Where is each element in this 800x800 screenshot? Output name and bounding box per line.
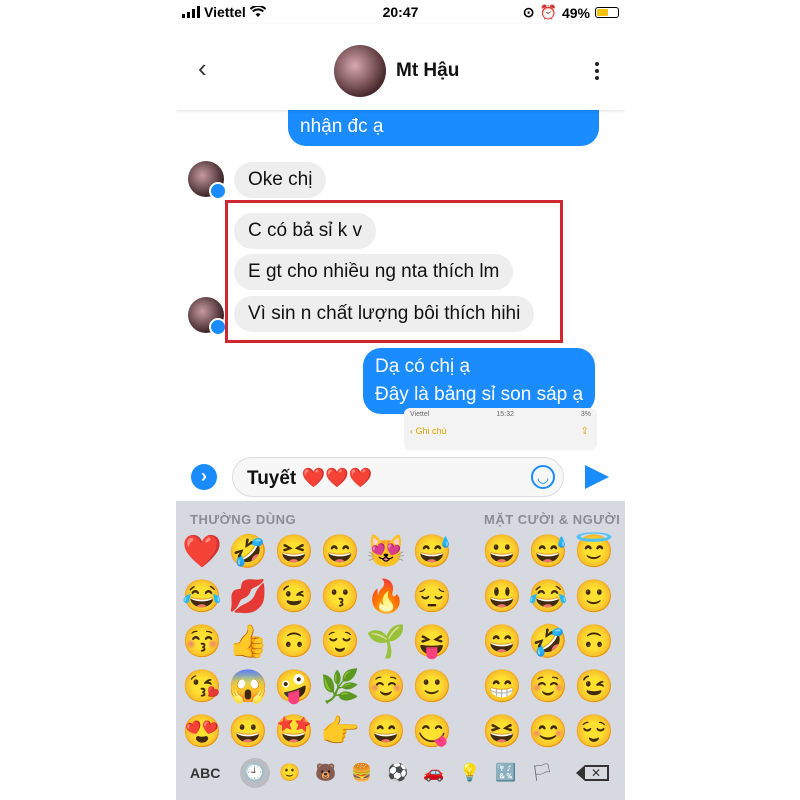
status-bar: Viettel 20:47 ⊙ ⏰ 49%	[176, 0, 625, 24]
emoji-key[interactable]: 🙃	[274, 621, 314, 661]
emoji-category-tab[interactable]: 🍔	[348, 761, 376, 785]
keyboard-category-bar: ABC 🕘 🙂 🐻 🍔 ⚽ 🚗 💡 🔣 🏳 ✕	[176, 751, 625, 795]
emoji-category-tab[interactable]: 🙂	[276, 761, 304, 785]
emoji-key[interactable]: 😔	[412, 576, 452, 616]
emoji-key[interactable]: 😘	[182, 666, 222, 706]
composer-bar: › Tuyết ❤️❤️❤️ ◡	[176, 453, 625, 501]
emoji-category-tab[interactable]: 🏳	[528, 761, 556, 785]
emoji-key[interactable]: 😉	[574, 666, 614, 706]
emoji-key[interactable]: 😋	[412, 711, 452, 751]
share-icon: ⇪	[580, 426, 589, 437]
emoji-key[interactable]: 😃	[482, 576, 522, 616]
backspace-icon[interactable]: ✕	[576, 765, 609, 781]
messenger-badge-icon	[209, 182, 227, 200]
emoji-key[interactable]: 😉	[274, 576, 314, 616]
emoji-key[interactable]: 😄	[366, 711, 406, 751]
emoji-category-tab[interactable]: 🐻	[312, 761, 340, 785]
emoji-key[interactable]: 😌	[320, 621, 360, 661]
emoji-key[interactable]: 💋	[228, 576, 268, 616]
emoji-key[interactable]: 😆	[274, 531, 314, 571]
messenger-screen: Viettel 20:47 ⊙ ⏰ 49% ‹ Mt Hậu nhận đc ạ…	[176, 0, 625, 800]
emoji-key[interactable]: 👉	[320, 711, 360, 751]
emoji-key[interactable]: 😅	[528, 531, 568, 571]
emoji-key[interactable]: 🙂	[412, 666, 452, 706]
emoji-keyboard: THƯỜNG DÙNG MẶT CƯỜI & NGƯỜI ❤️ 🤣 😆 😄 😻 😅 😂 💋 😉 😗…	[176, 501, 625, 800]
send-icon[interactable]	[585, 465, 609, 489]
emoji-key[interactable]: 🌿	[320, 666, 360, 706]
section-label-smileys: MẶT CƯỜI & NGƯỜI	[484, 512, 621, 527]
contact-avatar[interactable]	[334, 45, 386, 97]
emoji-key[interactable]: 🌱	[366, 621, 406, 661]
emoji-key[interactable]: 😝	[412, 621, 452, 661]
alarm-icon: ⏰	[539, 4, 557, 20]
emoji-key[interactable]: 😂	[182, 576, 222, 616]
emoji-key[interactable]: 🤣	[528, 621, 568, 661]
emoji-key[interactable]: 🤪	[274, 666, 314, 706]
emoji-key[interactable]: 😅	[412, 531, 452, 571]
emoji-key[interactable]: 😀	[482, 531, 522, 571]
message-bubble-out[interactable]: Dạ có chị ạ Đây là bảng sỉ son sáp ạ	[363, 348, 596, 414]
emoji-key[interactable]: 😄	[482, 621, 522, 661]
emoji-key[interactable]: ❤️	[182, 531, 222, 571]
shared-screenshot-image[interactable]: Viettel 15:32 3% ‹ Ghi chú ⇪	[404, 408, 597, 450]
status-right: ⊙ ⏰ 49%	[523, 4, 619, 21]
emoji-key[interactable]: 😊	[528, 711, 568, 751]
message-bubble-in[interactable]: Oke chị	[234, 162, 327, 198]
emoji-category-tab[interactable]: 🔣	[492, 761, 520, 785]
emoji-key[interactable]: 😆	[482, 711, 522, 751]
message-input[interactable]: Tuyết ❤️❤️❤️ ◡	[232, 457, 564, 497]
contact-name[interactable]: Mt Hậu	[396, 60, 459, 82]
expand-actions-button[interactable]: ›	[191, 464, 217, 490]
emoji-key[interactable]: ☺️	[366, 666, 406, 706]
emoji-key[interactable]: 😀	[228, 711, 268, 751]
back-chevron-icon[interactable]: ‹	[198, 55, 207, 81]
emoji-key[interactable]: 🤩	[274, 711, 314, 751]
emoji-key[interactable]: 😄	[320, 531, 360, 571]
emoji-category-tab[interactable]: 🕘	[240, 758, 270, 788]
emoji-key[interactable]: 👍	[228, 621, 268, 661]
emoji-key[interactable]: 🤣	[228, 531, 268, 571]
emoji-key[interactable]: 😂	[528, 576, 568, 616]
section-label-frequent: THƯỜNG DÙNG	[190, 512, 297, 527]
emoji-toggle-icon[interactable]: ◡	[531, 465, 555, 489]
emoji-key[interactable]: 😗	[320, 576, 360, 616]
more-options-icon[interactable]	[595, 62, 599, 80]
chat-header: ‹ Mt Hậu	[176, 24, 625, 110]
emoji-key[interactable]: ☺️	[528, 666, 568, 706]
emoji-key[interactable]: 😻	[366, 531, 406, 571]
emoji-key[interactable]: 🔥	[366, 576, 406, 616]
battery-percent: 49%	[561, 4, 590, 21]
emoji-key[interactable]: 😍	[182, 711, 222, 751]
emoji-category-tab[interactable]: 🚗	[420, 761, 448, 785]
emoji-category-tab[interactable]: ⚽	[384, 761, 412, 785]
rotation-lock-icon: ⊙	[522, 4, 535, 20]
battery-icon	[595, 7, 619, 18]
contact-avatar-small[interactable]	[188, 297, 227, 336]
emoji-category-tab[interactable]: 💡	[456, 761, 484, 785]
emoji-key[interactable]: 😚	[182, 621, 222, 661]
contact-avatar-small[interactable]	[188, 161, 227, 200]
emoji-key[interactable]: 😇	[574, 531, 614, 571]
emoji-key[interactable]: 😱	[228, 666, 268, 706]
highlight-box	[225, 200, 563, 343]
abc-key[interactable]: ABC	[190, 765, 220, 781]
emoji-key[interactable]: 🙃	[574, 621, 614, 661]
emoji-key[interactable]: 🙂	[574, 576, 614, 616]
emoji-key[interactable]: 😌	[574, 711, 614, 751]
emoji-key[interactable]: 😁	[482, 666, 522, 706]
